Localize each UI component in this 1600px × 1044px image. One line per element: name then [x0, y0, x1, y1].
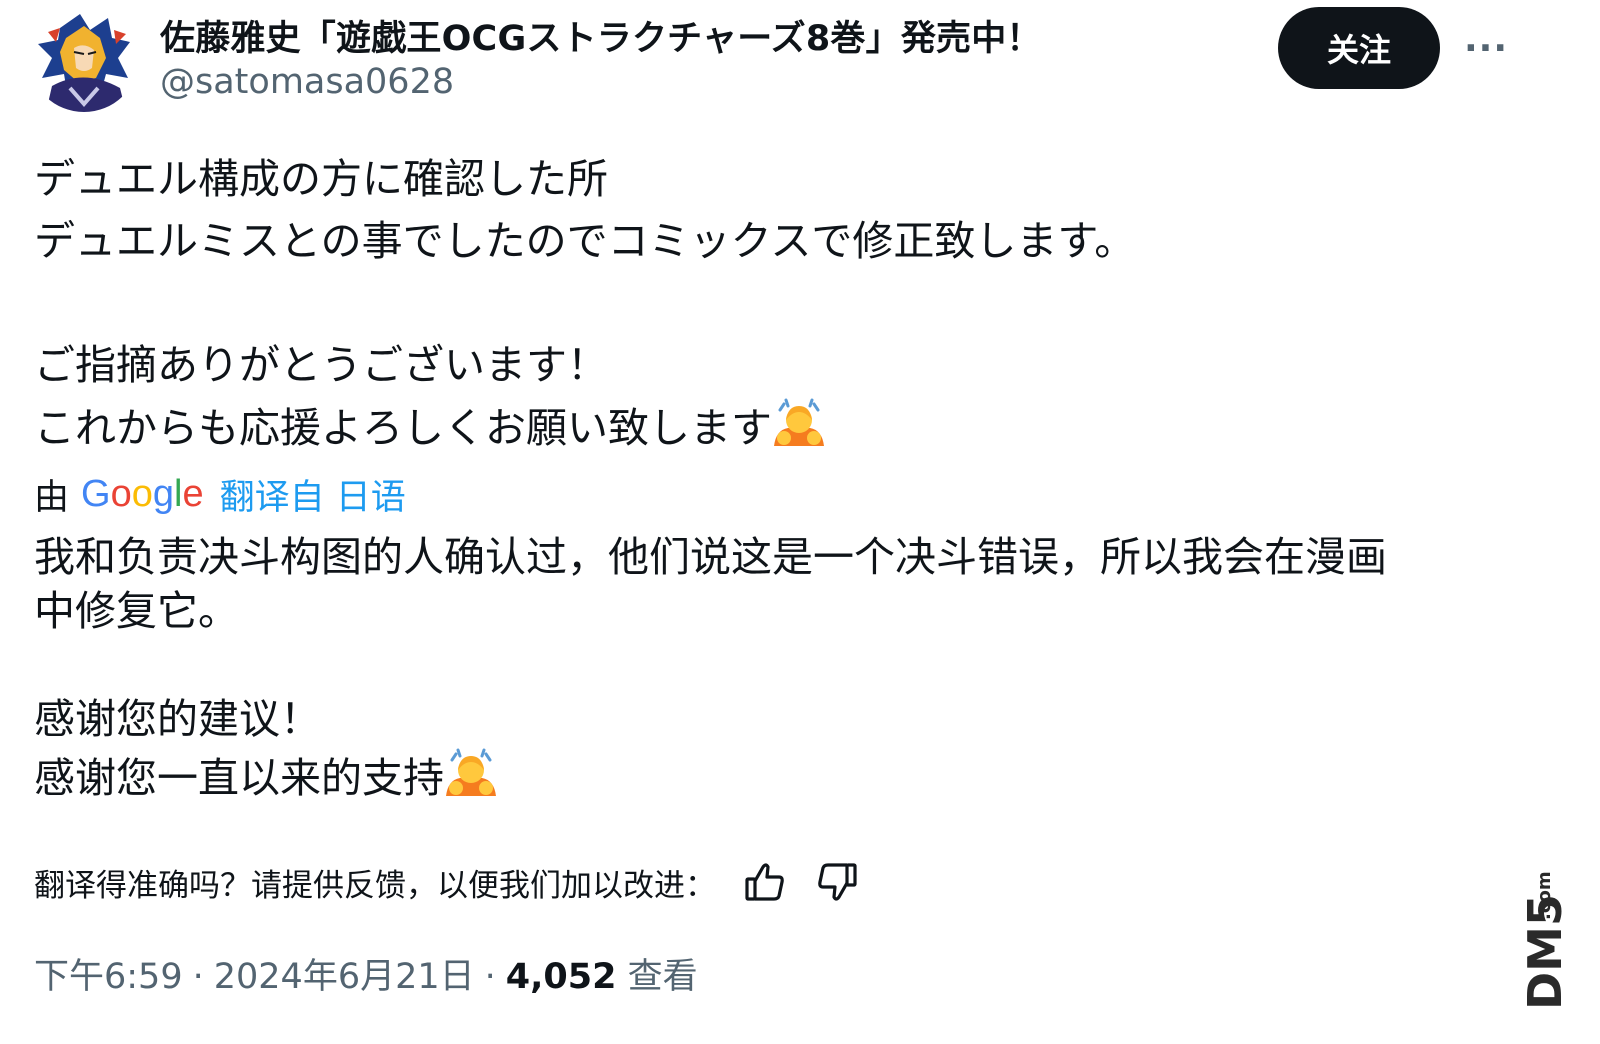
tweet-translation-text: 我和负责决斗构图的人确认过，他们说这是一个决斗错误，所以我会在漫画 中修复它。 … [34, 530, 1534, 802]
translated-by-label: 由 [34, 477, 70, 518]
person-bowing-emoji [772, 396, 826, 450]
watermark-suffix: .com [1534, 871, 1555, 920]
original-line: これからも応援よろしくお願い致します [34, 404, 772, 452]
tweet: 佐藤雅史「遊戯王OCGストラクチャーズ8巻」発売中！ @satomasa0628… [0, 0, 1600, 1044]
views-label: 查看 [627, 957, 698, 997]
translation-line: 我和负责决斗构图的人确认过，他们说这是一个决斗错误，所以我会在漫画 [34, 533, 1387, 581]
original-line: デュエル構成の方に確認した所 [34, 155, 608, 203]
more-options-button[interactable]: ··· [1460, 22, 1512, 74]
original-line: ご指摘ありがとうございます！ [34, 341, 608, 389]
translation-line-with-emoji: 感谢您一直以来的支持 [34, 746, 1534, 802]
translation-feedback: 翻译得准确吗？请提供反馈，以便我们加以改进： [34, 856, 860, 908]
tweet-date[interactable]: 2024年6月21日 [214, 957, 475, 997]
thumbs-down-icon[interactable] [814, 859, 860, 905]
translation-line: 感谢您一直以来的支持 [34, 754, 444, 802]
site-watermark: DM5 .com [1514, 870, 1574, 1020]
avatar[interactable] [30, 8, 138, 112]
tweet-original-text: デュエル構成の方に確認した所 デュエルミスとの事でしたのでコミックスで修正致しま… [34, 148, 1534, 458]
original-line: デュエルミスとの事でしたのでコミックスで修正致します。 [34, 217, 1136, 265]
views-count: 4,052 [505, 957, 617, 997]
author-handle[interactable]: @satomasa0628 [160, 62, 454, 102]
feedback-question: 翻译得准确吗？请提供反馈，以便我们加以改进： [34, 867, 716, 904]
tweet-meta: 下午6:59 · 2024年6月21日 · 4,052 查看 [34, 948, 698, 999]
author-display-name[interactable]: 佐藤雅史「遊戯王OCGストラクチャーズ8巻」発売中！ [160, 10, 1042, 61]
translated-from-link[interactable]: 翻译自 日语 [220, 469, 406, 520]
more-icon: ··· [1463, 27, 1509, 69]
avatar-image [30, 8, 138, 112]
original-line-with-emoji: これからも応援よろしくお願い致します [34, 396, 1534, 458]
person-bowing-emoji [444, 746, 498, 800]
meta-separator: · [484, 957, 496, 997]
translated-by-row: 由 Google 翻译自 日语 [34, 470, 406, 518]
thumbs-up-icon[interactable] [742, 859, 788, 905]
tweet-time[interactable]: 下午6:59 [34, 957, 183, 997]
follow-button[interactable]: 关注 [1278, 7, 1440, 89]
google-logo: Google [81, 472, 204, 515]
translation-line: 中修复它。 [34, 587, 239, 635]
meta-separator: · [192, 957, 204, 997]
translation-line: 感谢您的建议！ [34, 695, 321, 743]
